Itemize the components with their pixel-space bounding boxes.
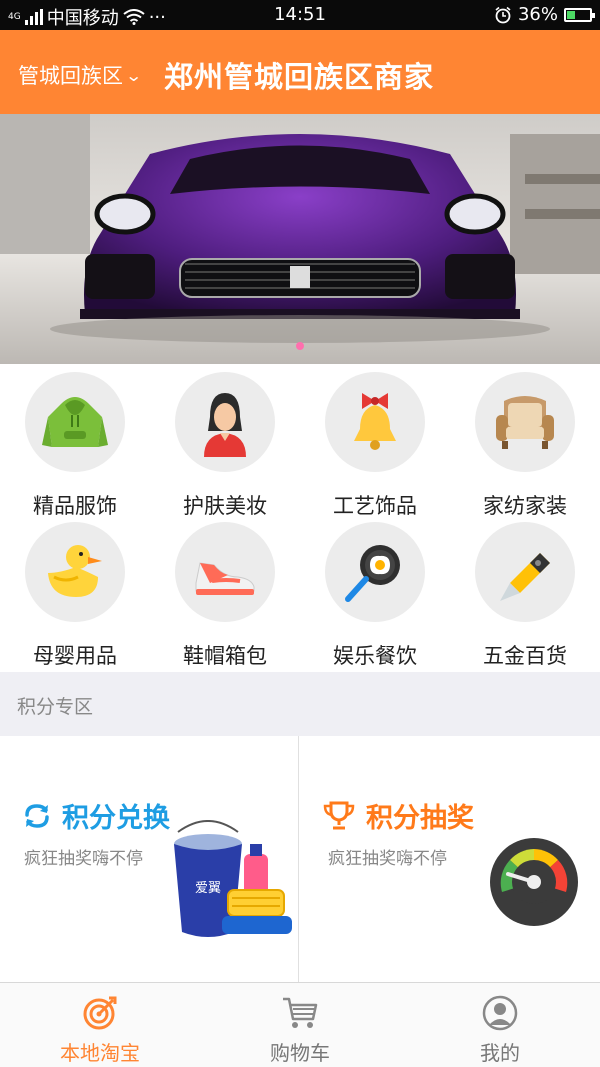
carousel-dot-active[interactable] <box>296 342 304 350</box>
battery-percent: 36% <box>517 4 558 25</box>
category-label: 护肤美妆 <box>183 494 267 518</box>
alarm-icon <box>495 6 511 23</box>
banner-carousel[interactable] <box>0 114 600 364</box>
points-exchange-subtitle: 疯狂抽奖嗨不停 <box>24 849 143 869</box>
category-label: 娱乐餐饮 <box>333 644 417 668</box>
status-bar: 4G 中国移动 ··· 14:51 36% <box>0 0 600 30</box>
category-item-home[interactable]: 家纺家装 <box>450 372 600 520</box>
section-header: 积分专区 <box>0 672 600 736</box>
user-icon <box>400 991 600 1035</box>
category-item-beauty[interactable]: 护肤美妆 <box>150 372 300 520</box>
category-label: 鞋帽箱包 <box>183 644 267 668</box>
armchair-icon <box>475 372 575 472</box>
sneaker-icon <box>175 522 275 622</box>
category-label: 精品服饰 <box>33 494 117 518</box>
page-title: 郑州管城回族区商家 <box>164 60 435 94</box>
chevron-down-icon: ⌄ <box>124 65 143 85</box>
tab-label: 本地淘宝 <box>60 1041 140 1065</box>
gauge-icon <box>490 838 578 926</box>
app-header: 管城回族区 ⌄ 郑州管城回族区商家 <box>0 30 600 114</box>
tab-label: 我的 <box>480 1041 520 1065</box>
tab-local-taobao[interactable]: 本地淘宝 <box>0 983 200 1067</box>
points-exchange-title: 积分兑换 <box>62 803 170 834</box>
bell-icon <box>325 372 425 472</box>
frying-pan-icon <box>325 522 425 622</box>
points-exchange-card[interactable]: 积分兑换 疯狂抽奖嗨不停 爱翼 <box>0 736 299 982</box>
section-title: 积分专区 <box>17 696 94 718</box>
points-lottery-header: 积分抽奖 <box>322 796 474 835</box>
category-item-apparel[interactable]: 精品服饰 <box>0 372 150 520</box>
bottom-tab-bar: 本地淘宝 购物车 我的 <box>0 982 600 1067</box>
battery-fill <box>567 10 575 19</box>
carousel-dots <box>0 335 600 354</box>
tab-cart[interactable]: 购物车 <box>200 983 400 1067</box>
category-item-crafts[interactable]: 工艺饰品 <box>300 372 450 520</box>
battery-icon <box>564 7 595 22</box>
bucket-product-image: 爱翼 <box>174 820 292 937</box>
refresh-icon <box>25 803 49 828</box>
utility-knife-icon <box>475 522 575 622</box>
category-label: 家纺家装 <box>483 494 567 518</box>
points-lottery-subtitle: 疯狂抽奖嗨不停 <box>328 849 447 869</box>
tab-label: 购物车 <box>270 1041 330 1065</box>
category-label: 母婴用品 <box>33 644 117 668</box>
category-label: 工艺饰品 <box>333 494 417 518</box>
status-right: 36% <box>494 4 595 25</box>
trophy-icon <box>323 801 355 829</box>
duck-icon <box>25 522 125 622</box>
category-item-baby[interactable]: 母婴用品 <box>0 522 150 670</box>
points-lottery-title: 积分抽奖 <box>366 803 474 834</box>
hoodie-icon <box>25 372 125 472</box>
points-exchange-header: 积分兑换 <box>22 796 170 835</box>
district-selector[interactable]: 管城回族区 ⌄ <box>18 60 143 90</box>
woman-icon <box>175 372 275 472</box>
category-label: 五金百货 <box>483 644 567 668</box>
bucket-brand-text: 爱翼 <box>195 881 221 896</box>
points-lottery-card[interactable]: 积分抽奖 疯狂抽奖嗨不停 <box>300 736 600 982</box>
category-item-hardware[interactable]: 五金百货 <box>450 522 600 670</box>
category-item-dining[interactable]: 娱乐餐饮 <box>300 522 450 670</box>
tab-profile[interactable]: 我的 <box>400 983 600 1067</box>
district-label: 管城回族区 <box>18 64 123 88</box>
banner-image <box>0 114 600 364</box>
category-grid: 精品服饰 护肤美妆 工艺饰品 家纺家装 母婴用品 鞋帽箱包 娱乐餐饮 五金百货 <box>0 364 600 672</box>
target-icon <box>0 991 200 1035</box>
cart-icon <box>200 991 400 1035</box>
category-item-shoes[interactable]: 鞋帽箱包 <box>150 522 300 670</box>
